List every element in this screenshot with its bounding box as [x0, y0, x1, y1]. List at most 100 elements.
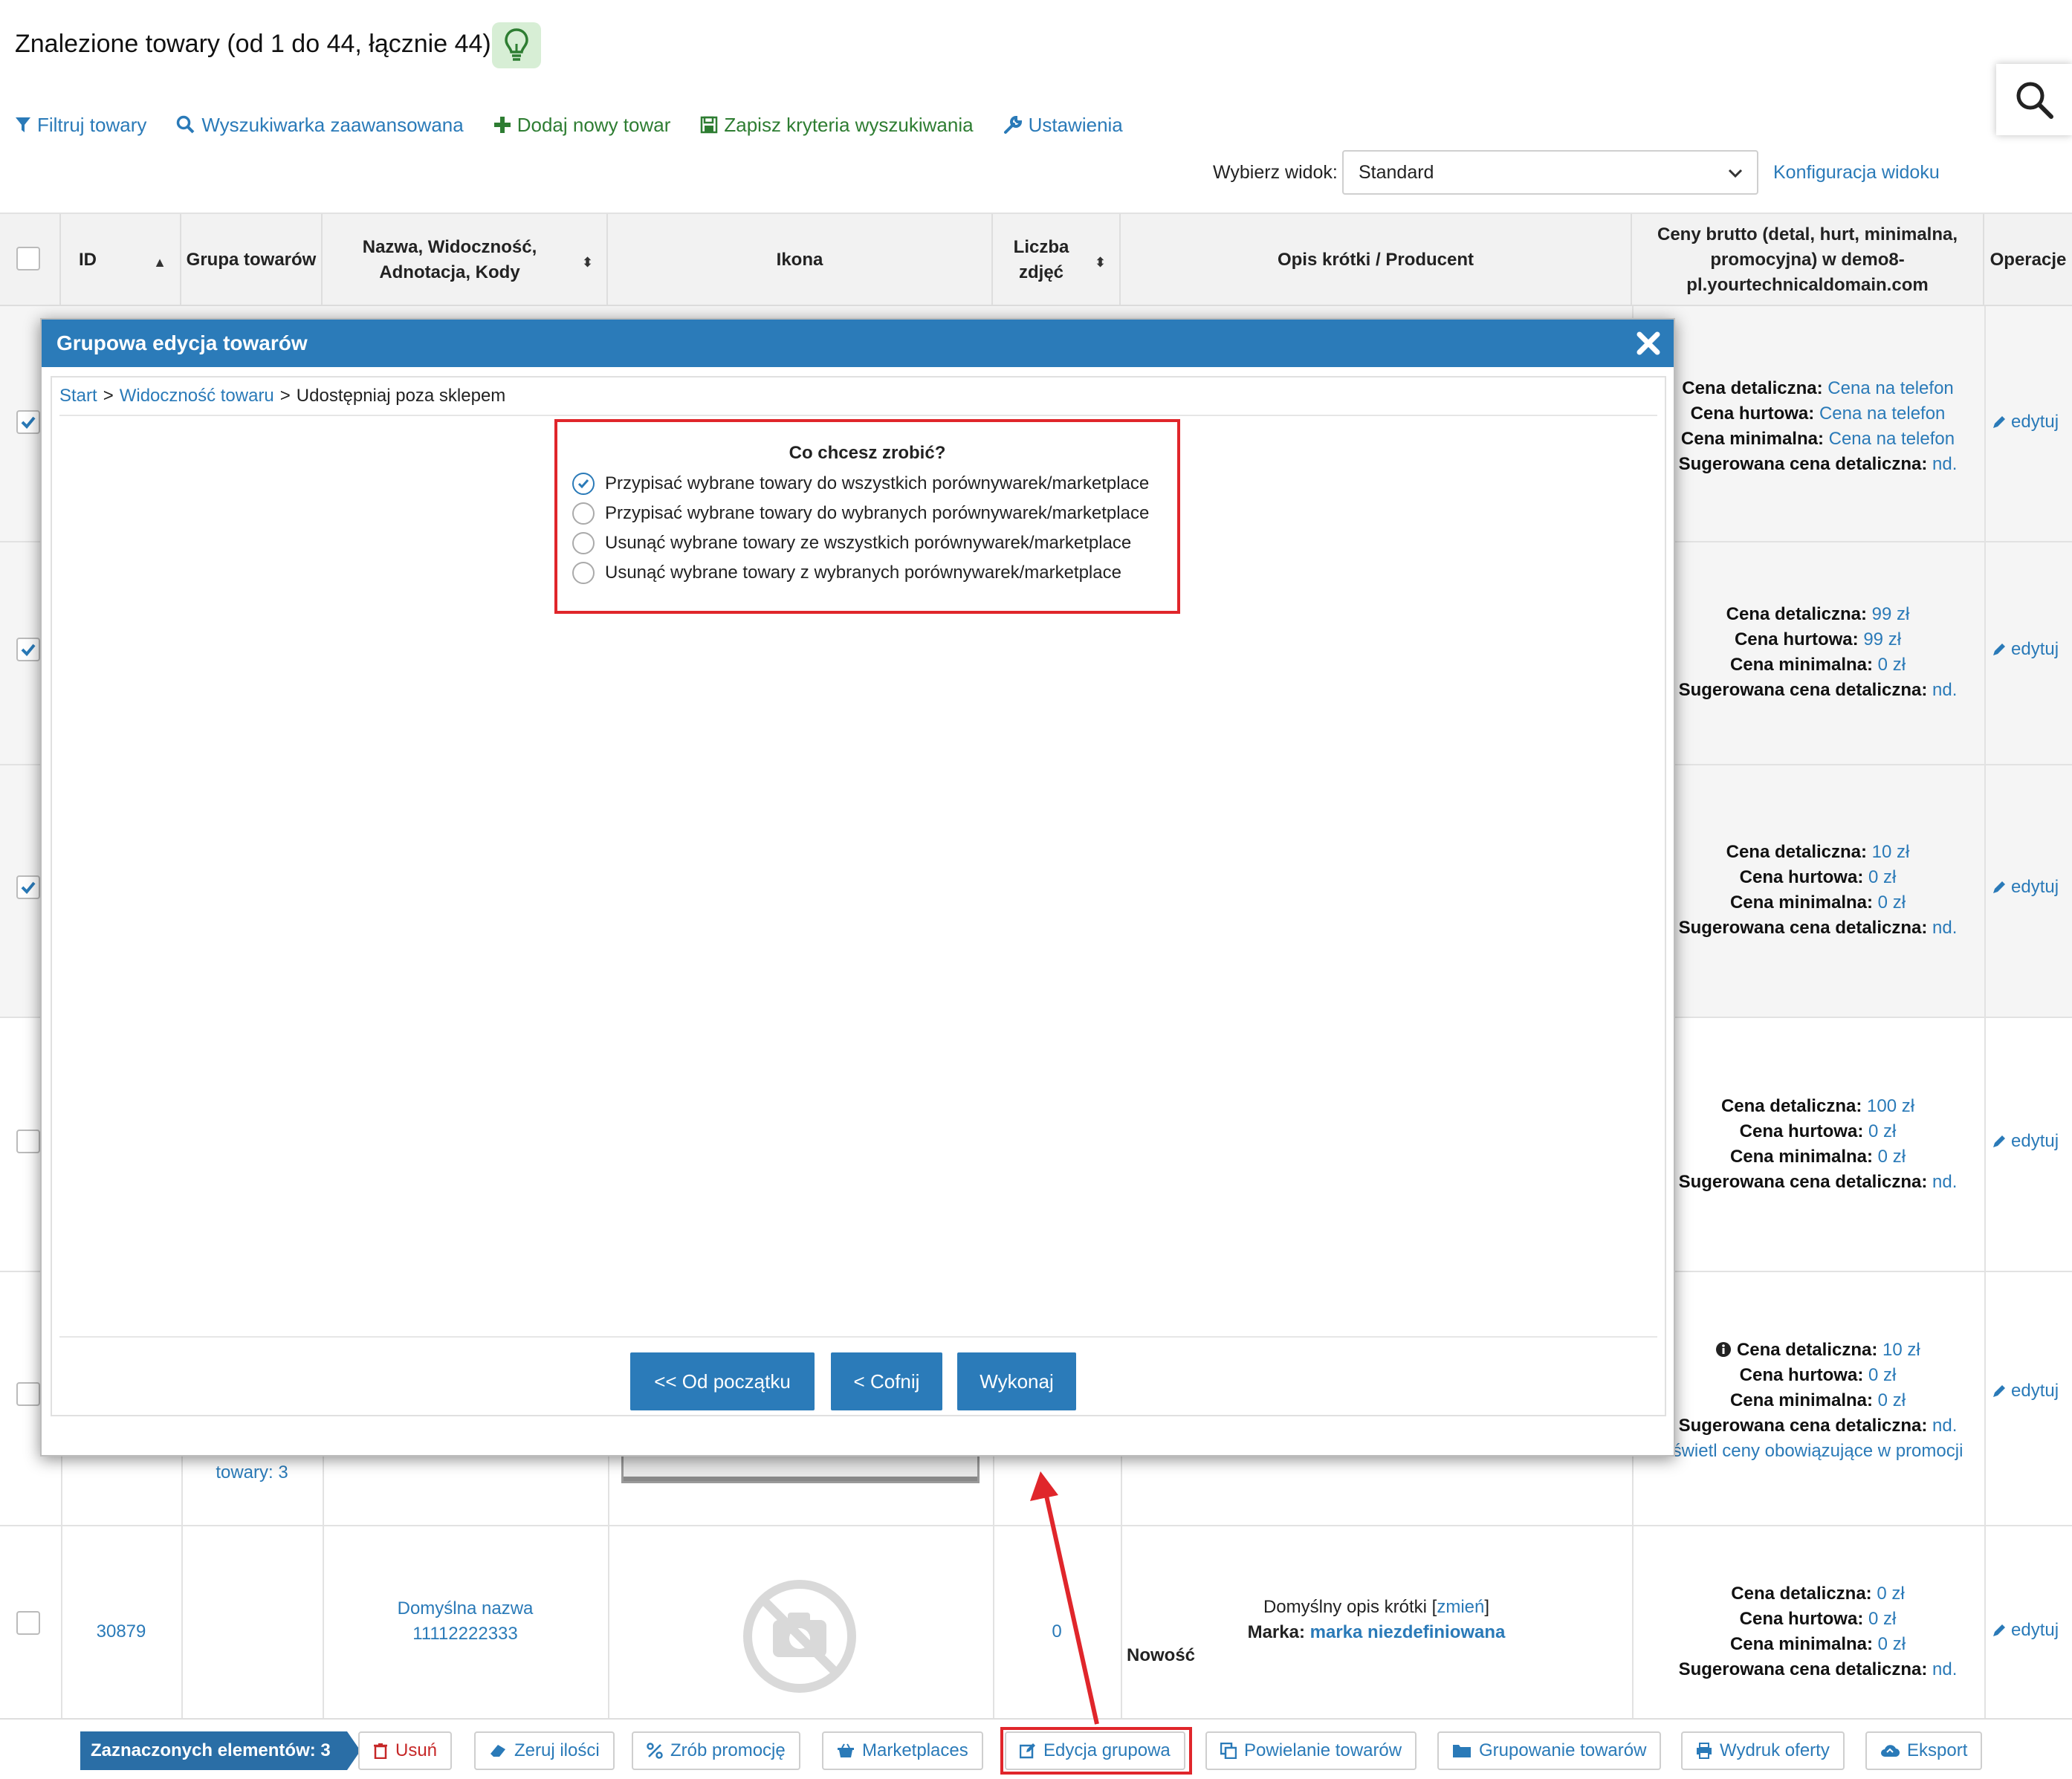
page-title: Znalezione towary (od 1 do 44, łącznie 4… — [15, 30, 491, 58]
column-header-id[interactable]: ID ▲ — [61, 214, 181, 306]
radio[interactable] — [572, 562, 595, 584]
suggested-price-label: Sugerowana cena detaliczna: — [1678, 1416, 1928, 1436]
row-checkbox[interactable] — [16, 1382, 40, 1406]
suggested-price-value[interactable]: nd. — [1932, 918, 1957, 938]
make-promotion-button[interactable]: Zrób promocję — [632, 1731, 800, 1770]
option-remove-all[interactable]: Usunąć wybrane towary ze wszystkich poró… — [572, 531, 1131, 556]
check-icon — [577, 479, 589, 489]
row-checkbox[interactable] — [16, 875, 40, 899]
wholesale-price-value[interactable]: Cena na telefon — [1819, 404, 1945, 424]
edit-link[interactable]: edytuj — [1992, 877, 2059, 898]
minimal-price-value[interactable]: 0 zł — [1878, 1634, 1906, 1654]
delete-button[interactable]: Usuń — [358, 1731, 453, 1770]
lightbulb-icon[interactable] — [492, 22, 541, 68]
percent-icon — [647, 1743, 663, 1759]
view-config-link[interactable]: Konfiguracja widoku — [1773, 162, 1940, 184]
suggested-price-value[interactable]: nd. — [1932, 1659, 1957, 1679]
row-checkbox[interactable] — [16, 410, 40, 434]
save-search-criteria-link[interactable]: Zapisz kryteria wyszukiwania — [700, 114, 974, 137]
settings-link[interactable]: Ustawienia — [1003, 114, 1123, 137]
pencil-icon — [1993, 416, 2005, 428]
change-description-link[interactable]: zmień — [1437, 1597, 1484, 1617]
row-checkbox[interactable] — [16, 1611, 40, 1635]
search-corner-button[interactable] — [1996, 64, 2072, 135]
breadcrumb-visibility[interactable]: Widoczność towaru — [120, 386, 274, 406]
minimal-price-value[interactable]: 0 zł — [1878, 655, 1906, 675]
suggested-price-value[interactable]: nd. — [1932, 454, 1957, 474]
view-select[interactable]: Standard — [1342, 150, 1758, 195]
column-id-label: ID — [79, 250, 97, 270]
edit-link[interactable]: edytuj — [1992, 1620, 2059, 1641]
marketplaces-button[interactable]: Marketplaces — [822, 1731, 983, 1770]
suggested-price-value[interactable]: nd. — [1932, 1416, 1957, 1436]
export-button[interactable]: Eksport — [1865, 1731, 1983, 1770]
reset-quantities-button[interactable]: Zeruj ilości — [474, 1731, 615, 1770]
add-product-link[interactable]: Dodaj nowy towar — [493, 114, 670, 137]
minimal-price-value[interactable]: 0 zł — [1878, 1390, 1906, 1410]
option-assign-all[interactable]: Przypisać wybrane towary do wszystkich p… — [572, 471, 1149, 496]
filter-icon — [16, 117, 30, 132]
retail-price-value[interactable]: Cena na telefon — [1827, 378, 1953, 398]
minimal-price-label: Cena minimalna: — [1680, 429, 1824, 449]
edit-link[interactable]: edytuj — [1992, 639, 2059, 660]
edit-link[interactable]: edytuj — [1992, 1131, 2059, 1152]
retail-price-value[interactable]: 100 zł — [1867, 1096, 1914, 1116]
brand-label: Marka: — [1247, 1622, 1305, 1642]
minimal-price-value[interactable]: Cena na telefon — [1829, 429, 1955, 449]
option-remove-selected[interactable]: Usunąć wybrane towary z wybranych porówn… — [572, 560, 1121, 586]
print-offer-button[interactable]: Wydruk oferty — [1681, 1731, 1845, 1770]
product-id-link[interactable]: 30879 — [61, 1621, 181, 1642]
retail-price-value[interactable]: 10 zł — [1882, 1340, 1920, 1360]
marketplaces-label: Marketplaces — [862, 1740, 968, 1760]
minimal-price-value[interactable]: 0 zł — [1878, 892, 1906, 913]
back-button[interactable]: < Cofnij — [831, 1352, 942, 1410]
group-fragment[interactable]: towary: 3 — [181, 1462, 323, 1483]
wholesale-price-value[interactable]: 0 zł — [1868, 1365, 1896, 1385]
edit-link[interactable]: edytuj — [1992, 1381, 2059, 1402]
minimal-price-value[interactable]: 0 zł — [1878, 1147, 1906, 1167]
retail-price-value[interactable]: 10 zł — [1872, 842, 1910, 862]
edit-link[interactable]: edytuj — [1992, 412, 2059, 432]
row-checkbox[interactable] — [16, 638, 40, 661]
retail-price-label: Cena detaliczna: — [1682, 378, 1823, 398]
suggested-price-value[interactable]: nd. — [1932, 1172, 1957, 1192]
filter-products-label: Filtruj towary — [37, 113, 147, 136]
close-button[interactable] — [1634, 328, 1663, 363]
promo-prices-link[interactable]: świetl ceny obowiązujące w promocji — [1673, 1441, 1963, 1461]
radio-selected[interactable] — [572, 473, 595, 495]
product-code-link[interactable]: 11112222333 — [412, 1624, 517, 1644]
wholesale-price-value[interactable]: 0 zł — [1868, 867, 1896, 887]
group-edit-highlight — [1000, 1727, 1192, 1775]
wholesale-price-value[interactable]: 0 zł — [1868, 1121, 1896, 1141]
minimal-price-label: Cena minimalna: — [1729, 1147, 1873, 1167]
suggested-price-value[interactable]: nd. — [1932, 680, 1957, 700]
row-checkbox[interactable] — [16, 1130, 40, 1153]
filter-products-link[interactable]: Filtruj towary — [15, 114, 146, 137]
duplicate-products-button[interactable]: Powielanie towarów — [1205, 1731, 1417, 1770]
wholesale-price-value[interactable]: 0 zł — [1868, 1609, 1896, 1629]
option-label: Usunąć wybrane towary z wybranych porówn… — [605, 563, 1121, 583]
check-icon — [21, 644, 36, 656]
close-icon — [1636, 331, 1660, 355]
brand-link[interactable]: marka niezdefiniowana — [1310, 1622, 1506, 1642]
edit-label: edytuj — [2011, 877, 2059, 897]
retail-price-value[interactable]: 0 zł — [1877, 1584, 1904, 1604]
retail-price-value[interactable]: 99 zł — [1872, 604, 1910, 624]
product-name-link[interactable]: Domyślna nazwa — [398, 1598, 534, 1618]
radio[interactable] — [572, 532, 595, 554]
retail-price-label: Cena detaliczna: — [1736, 1340, 1878, 1360]
select-all-cell — [0, 214, 61, 306]
column-header-icon: Ikona — [608, 214, 993, 306]
column-header-name[interactable]: Nazwa, Widoczność, Adnotacja, Kody ⬍ — [323, 214, 608, 306]
option-assign-selected[interactable]: Przypisać wybrane towary do wybranych po… — [572, 501, 1149, 526]
modal-body: Start > Widoczność towaru > Udostępniaj … — [51, 376, 1666, 1416]
column-header-photos[interactable]: Liczba zdjęć ⬍ — [993, 214, 1121, 306]
start-over-button[interactable]: << Od początku — [630, 1352, 815, 1410]
execute-button[interactable]: Wykonaj — [957, 1352, 1076, 1410]
select-all-checkbox[interactable] — [16, 247, 40, 270]
breadcrumb-start[interactable]: Start — [59, 386, 97, 406]
radio[interactable] — [572, 502, 595, 525]
wholesale-price-value[interactable]: 99 zł — [1863, 629, 1901, 649]
group-products-button[interactable]: Grupowanie towarów — [1437, 1731, 1662, 1770]
advanced-search-link[interactable]: Wyszukiwarka zaawansowana — [176, 114, 464, 137]
